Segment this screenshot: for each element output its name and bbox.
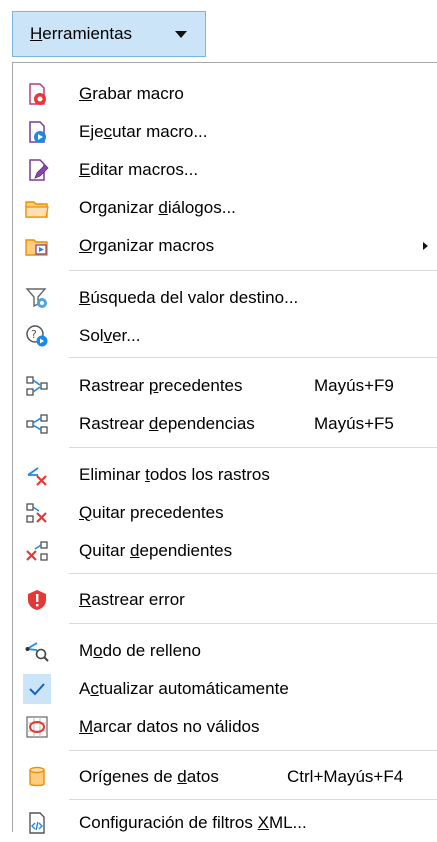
trace-error-icon [28, 590, 46, 610]
menu-item-label: Quitar dependientes [79, 541, 233, 560]
menu-item-rastrear-error[interactable]: Rastrear error [13, 581, 437, 619]
herramientas-menu-button[interactable]: Herramientas [12, 11, 206, 57]
menu-item-editar-macros[interactable]: Editar macros... [13, 151, 437, 189]
trace-precedents-icon [26, 376, 48, 396]
menu-item-configuracion-filtros-xml[interactable]: Configuración de filtros XML... [13, 804, 437, 842]
menu-item-organizar-macros[interactable]: Organizar macros [13, 227, 437, 265]
menu-item-label: Rastrear precedentes [79, 376, 243, 395]
remove-all-traces-icon [27, 467, 47, 486]
herramientas-menu-label: Herramientas [30, 24, 133, 43]
data-sources-icon [29, 766, 45, 787]
shortcut-label: Mayús+F9 [314, 376, 394, 395]
organize-dialogs-icon [25, 201, 49, 218]
menu-item-modo-relleno[interactable]: Modo de relleno [13, 632, 437, 670]
solver-icon: ? [26, 325, 48, 347]
menu-item-label: Modo de relleno [79, 641, 201, 660]
menu-item-actualizar-automaticamente[interactable]: Actualizar automáticamente [13, 670, 437, 708]
shortcut-label: Mayús+F5 [314, 414, 394, 433]
chevron-right-icon [423, 242, 428, 250]
shortcut-label: Ctrl+Mayús+F4 [287, 767, 404, 786]
menu-item-label: Rastrear dependencias [79, 414, 255, 433]
menu-item-rastrear-dependencias[interactable]: Rastrear dependencias Mayús+F5 [13, 405, 437, 443]
remove-dependents-icon [26, 541, 48, 561]
menu-item-label: Orígenes de datos [79, 767, 219, 786]
menu-item-organizar-dialogos[interactable]: Organizar diálogos... [13, 189, 437, 227]
menu-item-quitar-precedentes[interactable]: Quitar precedentes [13, 494, 437, 532]
menu-item-label: Organizar macros [79, 236, 215, 255]
menu-item-label: Búsqueda del valor destino... [79, 288, 299, 307]
menu-item-origenes-datos[interactable]: Orígenes de datos Ctrl+Mayús+F4 [13, 758, 437, 796]
menu-separator [69, 447, 437, 448]
run-macro-icon [29, 121, 46, 143]
menu-item-label: Ejecutar macro... [79, 122, 208, 141]
xml-filter-settings-icon [29, 812, 45, 834]
menu-item-label: Organizar diálogos... [79, 198, 236, 217]
menu-item-label: Rastrear error [79, 590, 185, 609]
menu-separator [69, 623, 437, 624]
record-macro-icon [29, 83, 46, 105]
menu-item-label: Configuración de filtros XML... [79, 813, 307, 832]
menu-item-solver[interactable]: ? Solver... [13, 317, 437, 355]
menu-item-label: Editar macros... [79, 160, 199, 179]
menu-item-ejecutar-macro[interactable]: Ejecutar macro... [13, 113, 437, 151]
menu-item-eliminar-todos-rastros[interactable]: Eliminar todos los rastros [13, 456, 437, 494]
menu-item-busqueda-valor-destino[interactable]: Búsqueda del valor destino... [13, 279, 437, 317]
menu-separator [69, 750, 437, 751]
menu-item-label: Quitar precedentes [79, 503, 224, 522]
menu-item-rastrear-precedentes[interactable]: Rastrear precedentes Mayús+F9 [13, 367, 437, 405]
menu-item-grabar-macro[interactable]: Grabar macro [13, 75, 437, 113]
menu-item-label: Grabar macro [79, 84, 184, 103]
chevron-down-icon [175, 31, 187, 38]
remove-precedents-icon [26, 503, 47, 523]
organize-macros-icon [25, 239, 48, 256]
menu-separator [69, 573, 437, 574]
invalid-data-icon [26, 716, 48, 738]
menu-item-label: Solver... [79, 326, 141, 345]
goal-seek-icon [25, 288, 47, 308]
edit-macros-icon [29, 159, 49, 181]
menu-item-label: Marcar datos no válidos [79, 717, 260, 736]
menu-item-quitar-dependientes[interactable]: Quitar dependientes [13, 532, 437, 570]
checkmark-icon [23, 674, 51, 704]
menu-item-marcar-datos-no-validos[interactable]: Marcar datos no válidos [13, 708, 437, 746]
herramientas-dropdown-menu: Grabar macro Ejecutar macro... Editar ma… [12, 62, 437, 834]
menu-separator [69, 799, 437, 800]
trace-dependents-icon [26, 414, 48, 434]
menu-item-label: Actualizar automáticamente [79, 679, 289, 698]
menu-separator [69, 357, 437, 358]
svg-text:?: ? [31, 328, 37, 341]
menu-separator [69, 270, 437, 271]
fill-mode-icon [25, 642, 49, 662]
menu-item-label: Eliminar todos los rastros [79, 465, 270, 484]
